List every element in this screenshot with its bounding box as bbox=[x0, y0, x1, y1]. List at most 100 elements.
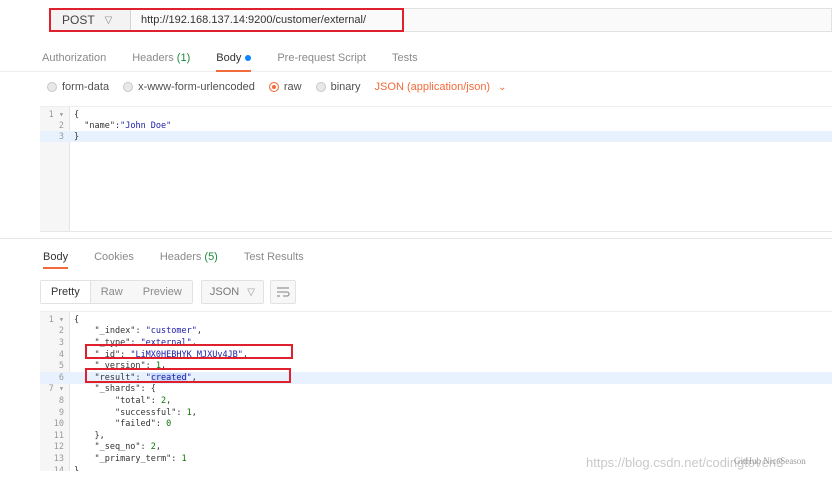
code-line: 6 "result": "created", bbox=[40, 372, 832, 384]
code-line: 10 "failed": 0 bbox=[40, 418, 832, 430]
code-text: "_primary_term": 1 bbox=[94, 453, 187, 464]
watermark-tag: GitHub NiceSeason bbox=[734, 456, 806, 466]
tab-body[interactable]: Body bbox=[216, 44, 252, 72]
code-text: "_version": 1, bbox=[94, 361, 167, 372]
url-text: http://192.168.137.14:9200/customer/exte… bbox=[141, 14, 367, 26]
tab-label: Headers bbox=[159, 251, 202, 263]
radio-label: x-www-form-urlencoded bbox=[138, 81, 255, 93]
radio-circle-selected bbox=[268, 82, 279, 92]
chevron-down-icon: ▽ bbox=[247, 286, 255, 298]
pretty-button[interactable]: Pretty bbox=[41, 281, 91, 303]
line-number: 14 bbox=[53, 465, 64, 471]
code-line-current: 3 } bbox=[40, 131, 832, 142]
line-number: 1 ▾ bbox=[48, 314, 64, 325]
tab-label: Tests bbox=[391, 51, 418, 64]
code-text: "failed": 0 bbox=[114, 419, 172, 430]
line-number: 7 ▾ bbox=[48, 384, 64, 395]
tab-test-results[interactable]: Test Results bbox=[244, 245, 304, 269]
line-number: 11 bbox=[53, 430, 64, 441]
preview-button[interactable]: Preview bbox=[133, 281, 192, 303]
tab-cookies[interactable]: Cookies bbox=[94, 245, 134, 269]
code-text: "total": 2, bbox=[114, 395, 172, 406]
response-body-viewer[interactable]: 1 ▾{2 "_index": "customer", 3 "_type": "e… bbox=[40, 311, 832, 471]
code-line: 5 "_version": 1, bbox=[40, 360, 832, 372]
code-text: "result": "created", bbox=[94, 372, 197, 383]
code-text: "name":"John Doe" bbox=[84, 120, 172, 131]
code-text: "_type": "external", bbox=[94, 337, 197, 348]
tab-pre-request-script[interactable]: Pre-request Script bbox=[277, 44, 366, 72]
format-label: JSON bbox=[209, 286, 240, 298]
format-dropdown[interactable]: JSON ▽ bbox=[200, 280, 264, 304]
radio-label: raw bbox=[283, 81, 302, 93]
method-select[interactable]: POST ▽ bbox=[49, 8, 131, 32]
code-text: } bbox=[74, 131, 80, 142]
code-line: 4 "_id": "LiMX0HEBHYK_MJXUv4JB", bbox=[40, 349, 832, 361]
tab-label: Cookies bbox=[94, 251, 134, 263]
tab-tests[interactable]: Tests bbox=[392, 44, 418, 72]
radio-circle bbox=[123, 82, 134, 92]
tab-response-headers[interactable]: Headers (5) bbox=[160, 245, 218, 269]
line-number: 2 bbox=[58, 326, 64, 337]
wrap-icon bbox=[276, 287, 290, 297]
body-mode-row: form-data x-www-form-urlencoded raw bina… bbox=[0, 76, 832, 98]
radio-circle bbox=[47, 82, 57, 92]
line-number: 13 bbox=[53, 453, 64, 464]
response-tabs: Body Cookies Headers (5) Test Results bbox=[0, 245, 832, 269]
code-text: "successful": 1, bbox=[114, 407, 197, 418]
tab-label: Body bbox=[216, 51, 242, 64]
code-text: { bbox=[74, 314, 80, 325]
request-body-editor[interactable]: 1 ▾ { 2 "name":"John Doe" 3 } bbox=[40, 106, 832, 232]
tab-count: (1) bbox=[176, 51, 191, 64]
line-number: 1 ▾ bbox=[48, 109, 64, 120]
url-input[interactable]: http://192.168.137.14:9200/customer/exte… bbox=[131, 8, 832, 32]
raw-button[interactable]: Raw bbox=[91, 281, 133, 303]
content-type-label: JSON (application/json) bbox=[374, 81, 491, 93]
line-number: 12 bbox=[53, 442, 64, 453]
modified-dot-icon bbox=[245, 54, 252, 61]
code-text: "_id": "LiMX0HEBHYK_MJXUv4JB", bbox=[94, 349, 249, 360]
tab-headers[interactable]: Headers (1) bbox=[132, 44, 190, 72]
tab-label: Headers bbox=[132, 51, 174, 64]
code-line: 11 }, bbox=[40, 430, 832, 442]
radio-label: binary bbox=[330, 81, 361, 93]
tab-label: Pre-request Script bbox=[277, 51, 366, 64]
line-number: 2 bbox=[58, 120, 64, 131]
code-line: 9 "successful": 1, bbox=[40, 407, 832, 419]
request-bar: POST ▽ http://192.168.137.14:9200/custom… bbox=[0, 0, 832, 40]
radio-binary[interactable]: binary bbox=[315, 81, 361, 93]
line-number: 4 bbox=[58, 349, 64, 360]
view-mode-segment: Pretty Raw Preview bbox=[40, 280, 193, 304]
code-line: 12 "_seq_no": 2, bbox=[40, 442, 832, 454]
code-line: 7 ▾ "_shards": { bbox=[40, 384, 832, 396]
tab-response-body[interactable]: Body bbox=[43, 245, 69, 269]
content-type-dropdown[interactable]: JSON (application/json) ⌄ bbox=[375, 81, 507, 93]
line-number: 9 bbox=[58, 407, 64, 418]
line-number: 3 bbox=[58, 131, 64, 142]
line-number: 10 bbox=[53, 419, 64, 430]
radio-form-data[interactable]: form-data bbox=[47, 81, 109, 93]
line-number: 6 bbox=[58, 372, 64, 383]
code-text: } bbox=[74, 465, 80, 471]
tab-authorization[interactable]: Authorization bbox=[42, 44, 106, 72]
radio-circle bbox=[315, 82, 326, 92]
request-tabs: Authorization Headers (1) Body Pre-reques… bbox=[0, 44, 832, 72]
code-line: 1 ▾ { bbox=[40, 109, 832, 120]
divider bbox=[0, 238, 832, 239]
code-line: 3 "_type": "external", bbox=[40, 337, 832, 349]
code-text: "_shards": { bbox=[94, 384, 156, 395]
wrap-lines-button[interactable] bbox=[269, 280, 296, 304]
radio-label: form-data bbox=[62, 81, 110, 93]
tab-label: Body bbox=[43, 251, 69, 263]
radio-raw[interactable]: raw bbox=[268, 81, 302, 93]
code-line: 1 ▾ { bbox=[40, 314, 832, 326]
line-number: 3 bbox=[58, 337, 64, 348]
response-toolbar: Pretty Raw Preview JSON ▽ bbox=[40, 280, 296, 304]
code-text: "_seq_no": 2, bbox=[94, 442, 162, 453]
code-text: "_index": "customer", bbox=[94, 326, 202, 337]
radio-urlencoded[interactable]: x-www-form-urlencoded bbox=[123, 81, 255, 93]
code-line: 2 "name":"John Doe" bbox=[40, 120, 832, 131]
chevron-down-icon: ⌄ bbox=[498, 81, 507, 93]
line-number: 8 bbox=[58, 395, 64, 406]
tab-count: (5) bbox=[204, 251, 218, 263]
code-line: 2 "_index": "customer", bbox=[40, 326, 832, 338]
